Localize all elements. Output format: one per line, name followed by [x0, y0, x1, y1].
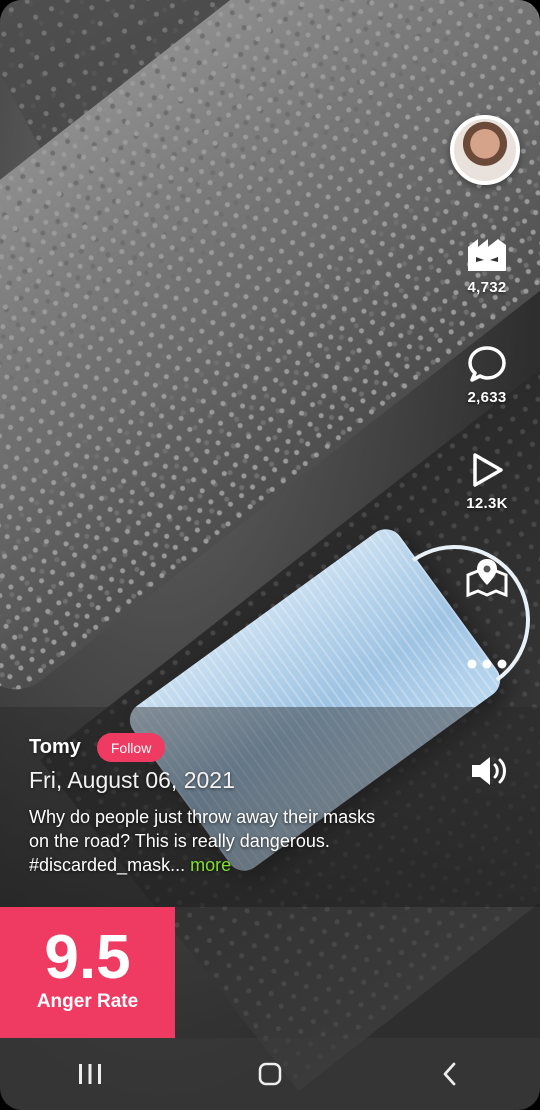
angry-count: 4,732	[467, 279, 507, 296]
more-options-button[interactable]	[450, 657, 524, 671]
play-icon	[473, 453, 503, 487]
play-action[interactable]: 12.3K	[450, 451, 524, 512]
play-count: 12.3K	[466, 495, 508, 512]
comment-bubble-icon	[468, 346, 506, 382]
back-icon	[443, 1062, 456, 1086]
username[interactable]: Tomy	[29, 736, 81, 759]
user-row: Tomy Follow	[29, 733, 166, 762]
comment-action[interactable]: 2,633	[450, 345, 524, 406]
more-link[interactable]: more	[185, 855, 231, 875]
follow-button[interactable]: Follow	[96, 733, 166, 762]
home-icon	[258, 1062, 282, 1086]
speaker-icon	[472, 757, 506, 785]
post-date: Fri, August 06, 2021	[29, 767, 235, 793]
map-action[interactable]	[450, 557, 524, 597]
map-pin-icon	[466, 559, 508, 597]
home-button[interactable]	[240, 1044, 300, 1104]
comment-count: 2,633	[467, 389, 507, 406]
angry-factory-icon	[468, 239, 506, 271]
more-dots-icon	[467, 659, 507, 669]
recents-icon	[79, 1064, 101, 1084]
sound-toggle[interactable]	[470, 754, 512, 793]
back-button[interactable]	[420, 1044, 480, 1104]
recents-button[interactable]	[60, 1044, 120, 1104]
phone-screen: 4,732 2,633 12.3K Tomy Follow Fri, Augus…	[0, 0, 540, 1110]
post-caption: Why do people just throw away their mask…	[29, 805, 389, 877]
anger-rate-value: 9.5	[44, 923, 131, 992]
avatar[interactable]	[450, 115, 520, 185]
angry-action[interactable]: 4,732	[450, 237, 524, 296]
anger-rate-label: Anger Rate	[36, 991, 139, 1012]
post-info-panel: Tomy Follow Fri, August 06, 2021 Why do …	[0, 707, 540, 907]
anger-rate-badge: 9.5 Anger Rate	[0, 907, 175, 1038]
system-nav-bar	[0, 1038, 540, 1110]
